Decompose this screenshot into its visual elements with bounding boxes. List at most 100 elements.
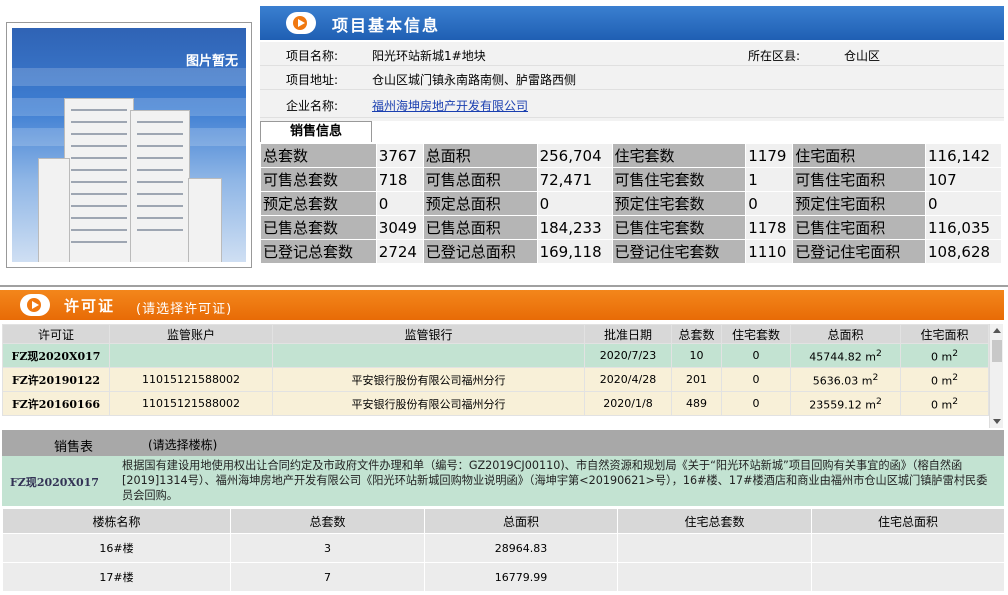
sales-label: 预定总套数 bbox=[260, 191, 377, 216]
sales-row: 已登记总套数 2724 已登记总面积 169,118 已登记住宅套数 1110 已登记住宅面… bbox=[260, 239, 1002, 264]
project-name: 阳光环站新城1#地块 bbox=[372, 49, 486, 63]
permit-total: 10 bbox=[671, 343, 722, 368]
scroll-thumb[interactable] bbox=[992, 340, 1002, 362]
permit-area: 23559.12 m2 bbox=[790, 391, 901, 416]
sales-label: 预定总面积 bbox=[422, 191, 538, 216]
building-residential-area bbox=[811, 533, 1005, 563]
building-total: 3 bbox=[230, 533, 425, 563]
sales-label: 已售总套数 bbox=[260, 215, 377, 240]
sales-label: 已售住宅面积 bbox=[792, 215, 927, 240]
permit-row[interactable]: FZ许20190122 11015121588002 平安银行股份有限公司福州分行 2… bbox=[2, 367, 989, 392]
building-name[interactable]: 16#楼 bbox=[2, 533, 231, 563]
permit-date: 2020/7/23 bbox=[584, 343, 672, 368]
permit-date: 2020/1/8 bbox=[584, 391, 672, 416]
building-name[interactable]: 17#楼 bbox=[2, 562, 231, 592]
project-photo: 图片暂无 bbox=[12, 28, 246, 262]
building-header-row: 楼栋名称 总套数 总面积 住宅总套数 住宅总面积 bbox=[2, 508, 1005, 534]
permit-code[interactable]: FZ现2020X017 bbox=[2, 343, 110, 368]
permit-row[interactable]: FZ许20160166 11015121588002 平安银行股份有限公司福州分行 2… bbox=[2, 391, 989, 416]
building-residential-total bbox=[617, 562, 812, 592]
permit-code[interactable]: FZ许20190122 bbox=[2, 367, 110, 392]
basic-info-header: 项目基本信息 bbox=[260, 6, 1004, 40]
permit-bank: 平安银行股份有限公司福州分行 bbox=[272, 367, 585, 392]
scroll-down-arrow-icon[interactable] bbox=[993, 419, 1001, 424]
sales-row: 预定总套数 0 预定总面积 0 预定住宅套数 0 预定住宅面积 0 bbox=[260, 191, 1002, 216]
company-link[interactable]: 福州海坤房地产开发有限公司 bbox=[372, 97, 528, 114]
sales-table-permit-row[interactable]: FZ现2020X017 根据国有建设用地使用权出让合同约定及市政府文件办理和单（… bbox=[2, 456, 1004, 506]
district-value: 仓山区 bbox=[844, 49, 881, 63]
sales-label: 已售住宅套数 bbox=[611, 215, 747, 240]
unit-superscript: 2 bbox=[872, 371, 879, 383]
unit-superscript: 2 bbox=[952, 347, 959, 359]
sales-value: 718 bbox=[375, 167, 424, 192]
permit-column-header: 总面积 bbox=[790, 324, 901, 344]
basic-info-title: 项目基本信息 bbox=[332, 16, 441, 35]
permit-row[interactable]: FZ现2020X017 2020/7/23 10 0 45744.82 m2 0 m2 bbox=[2, 343, 989, 368]
scroll-up-arrow-icon[interactable] bbox=[993, 328, 1001, 333]
project-address: 仓山区城门镇永南路南侧、胪雷路西侧 bbox=[372, 73, 577, 87]
building-column-header: 住宅总面积 bbox=[811, 508, 1005, 534]
building-column-header: 楼栋名称 bbox=[2, 508, 231, 534]
permit-area: 5636.03 m2 bbox=[790, 367, 901, 392]
sales-value: 2724 bbox=[375, 239, 424, 264]
info-row-address: 项目地址: 仓山区城门镇永南路南侧、胪雷路西侧 bbox=[260, 66, 1004, 90]
permit-account bbox=[109, 343, 273, 368]
sales-value: 72,471 bbox=[536, 167, 613, 192]
permit-bank bbox=[272, 343, 585, 368]
permit-column-header: 住宅面积 bbox=[900, 324, 989, 344]
address-label: 项目地址: bbox=[286, 73, 339, 87]
sales-label: 住宅面积 bbox=[792, 143, 927, 168]
sales-value: 1110 bbox=[745, 239, 794, 264]
unit-superscript: 2 bbox=[875, 347, 882, 359]
permit-column-header: 监管账户 bbox=[109, 324, 273, 344]
permit-description: 根据国有建设用地使用权出让合同约定及市政府文件办理和单（编号：GZ2019CJ0… bbox=[122, 459, 988, 502]
sales-label: 可售总套数 bbox=[260, 167, 377, 192]
permit-date: 2020/4/28 bbox=[584, 367, 672, 392]
building-area: 16779.99 bbox=[424, 562, 618, 592]
sales-label: 总面积 bbox=[422, 143, 538, 168]
permit-code[interactable]: FZ许20160166 bbox=[2, 391, 110, 416]
permit-subtitle: (请选择许可证) bbox=[136, 302, 233, 317]
no-photo-label: 图片暂无 bbox=[185, 54, 238, 69]
permit-account: 11015121588002 bbox=[109, 391, 273, 416]
permit-title: 许可证 bbox=[64, 297, 116, 315]
sales-table-prompt: (请选择楼栋) bbox=[148, 438, 218, 452]
sales-table-header: 销售表 (请选择楼栋) bbox=[2, 430, 1004, 456]
sales-label: 预定住宅面积 bbox=[792, 191, 927, 216]
building-row[interactable]: 17#楼 7 16779.99 bbox=[2, 562, 1005, 592]
permit-area: 45744.82 m2 bbox=[790, 343, 901, 368]
sales-label: 住宅套数 bbox=[611, 143, 747, 168]
sales-label: 已登记总面积 bbox=[422, 239, 538, 264]
permit-total: 489 bbox=[671, 391, 722, 416]
building-row[interactable]: 16#楼 3 28964.83 bbox=[2, 533, 1005, 563]
sales-table-title: 销售表 bbox=[54, 440, 94, 455]
district-label: 所在区县: bbox=[748, 49, 801, 63]
unit-superscript: 2 bbox=[952, 395, 959, 407]
building-column-header: 总套数 bbox=[230, 508, 425, 534]
sales-value: 108,628 bbox=[925, 239, 1002, 264]
sales-value: 169,118 bbox=[536, 239, 613, 264]
permit-residential-count: 0 bbox=[721, 391, 791, 416]
sales-row: 总套数 3767 总面积 256,704 住宅套数 1179 住宅面积 116,142 bbox=[260, 143, 1002, 168]
permit-total: 201 bbox=[671, 367, 722, 392]
play-circle-icon bbox=[20, 294, 50, 316]
sales-label: 可售住宅套数 bbox=[611, 167, 747, 192]
sales-label: 预定住宅套数 bbox=[611, 191, 747, 216]
building-column-header: 住宅总套数 bbox=[617, 508, 812, 534]
sales-value: 116,035 bbox=[925, 215, 1002, 240]
permit-residential-area: 0 m2 bbox=[900, 343, 989, 368]
tab-sales-info[interactable]: 销售信息 bbox=[260, 121, 372, 142]
selected-permit-code[interactable]: FZ现2020X017 bbox=[10, 474, 99, 490]
sales-value: 0 bbox=[745, 191, 794, 216]
sales-label: 总套数 bbox=[260, 143, 377, 168]
permit-account: 11015121588002 bbox=[109, 367, 273, 392]
info-row-name: 项目名称: 阳光环站新城1#地块 所在区县: 仓山区 bbox=[260, 42, 1004, 66]
building-residential-area bbox=[811, 562, 1005, 592]
permit-residential-area: 0 m2 bbox=[900, 391, 989, 416]
sales-value: 0 bbox=[536, 191, 613, 216]
permit-scrollbar[interactable] bbox=[989, 324, 1003, 428]
sales-value: 184,233 bbox=[536, 215, 613, 240]
sales-value: 3049 bbox=[375, 215, 424, 240]
building-residential-total bbox=[617, 533, 812, 563]
permit-column-header: 总套数 bbox=[671, 324, 722, 344]
